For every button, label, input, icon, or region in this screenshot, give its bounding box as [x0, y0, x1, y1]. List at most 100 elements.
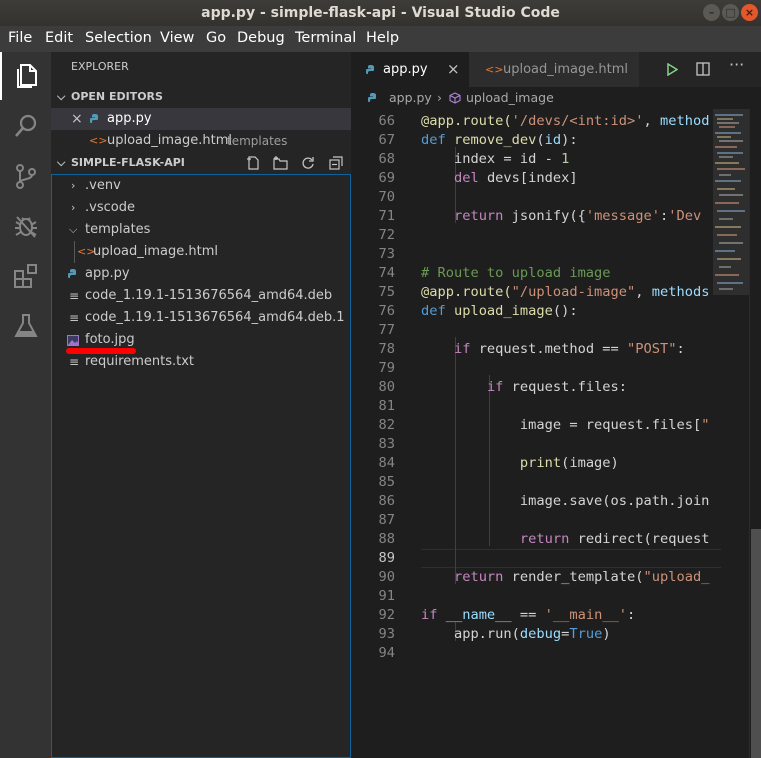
menu-go[interactable]: Go: [206, 30, 226, 46]
close-icon[interactable]: ×: [447, 52, 460, 87]
tree-item-deb[interactable]: ≡ code_1.19.1-1513676564_amd64.deb: [51, 285, 351, 307]
new-folder-icon[interactable]: [273, 156, 288, 170]
vertical-scrollbar[interactable]: [749, 109, 761, 758]
code-line[interactable]: 86 image.save(os.path.join: [351, 492, 761, 511]
code-line[interactable]: 80 if request.files:: [351, 378, 761, 397]
open-editor-app-py[interactable]: × app.py: [51, 108, 351, 130]
menu-help[interactable]: Help: [366, 30, 399, 46]
minimap[interactable]: [713, 109, 749, 758]
close-icon[interactable]: ×: [71, 108, 83, 130]
editor-tab-bar: app.py × <> upload_image.html ···: [351, 52, 761, 87]
code-line[interactable]: 92 if __name__ == '__main__':: [351, 606, 761, 625]
source-control-icon[interactable]: [12, 162, 40, 190]
active-indicator: [0, 52, 2, 100]
code-text: print(image): [519, 455, 619, 471]
code-line[interactable]: 75 @app.route("/upload-image", methods: [351, 283, 761, 302]
code-line[interactable]: 77: [351, 321, 761, 340]
explorer-icon[interactable]: [12, 62, 40, 90]
code-line[interactable]: 66 @app.route('/devs/<int:id>', method: [351, 112, 761, 131]
code-text: @app.route('/devs/<int:id>', method: [421, 113, 710, 129]
code-line[interactable]: 93 app.run(debug=True): [351, 625, 761, 644]
code-line[interactable]: 78 if request.method == "POST":: [351, 340, 761, 359]
code-editor[interactable]: 66 @app.route('/devs/<int:id>', method 67 d…: [351, 109, 761, 758]
open-editor-upload-image[interactable]: <> upload_image.html templates: [51, 130, 351, 152]
menu-selection[interactable]: Selection: [85, 30, 152, 46]
menu-edit[interactable]: Edit: [45, 30, 73, 46]
line-number: 89: [378, 550, 395, 566]
extensions-icon[interactable]: [12, 262, 40, 290]
debug-icon[interactable]: [12, 212, 40, 240]
code-line[interactable]: 70: [351, 188, 761, 207]
code-line[interactable]: 89: [351, 549, 761, 568]
code-line[interactable]: 76 def upload_image():: [351, 302, 761, 321]
code-line[interactable]: 88 return redirect(request: [351, 530, 761, 549]
tree-item-vscode[interactable]: › .vscode: [51, 197, 351, 219]
code-text: # Route to upload image: [421, 265, 611, 281]
code-line[interactable]: 94: [351, 644, 761, 663]
code-line[interactable]: 73: [351, 245, 761, 264]
tab-upload-image-html[interactable]: <> upload_image.html: [469, 52, 639, 87]
close-button[interactable]: ×: [741, 4, 758, 21]
line-number: 78: [378, 341, 395, 357]
collapse-all-icon[interactable]: [329, 156, 343, 170]
tree-item-requirements[interactable]: ≡ requirements.txt: [51, 351, 351, 373]
minimize-button[interactable]: –: [703, 4, 720, 21]
tab-app-py[interactable]: app.py ×: [351, 52, 469, 87]
project-header[interactable]: ⌵ SIMPLE-FLASK-API: [51, 152, 351, 174]
more-actions-icon[interactable]: ···: [729, 55, 744, 74]
tree-item-app-py[interactable]: app.py: [51, 263, 351, 285]
line-number: 71: [378, 208, 395, 224]
code-text: return jsonify({'message':'Dev: [453, 208, 702, 224]
code-line[interactable]: 79: [351, 359, 761, 378]
line-number: 70: [378, 189, 395, 205]
line-number: 77: [378, 322, 395, 338]
code-line[interactable]: 82 image = request.files[": [351, 416, 761, 435]
search-icon[interactable]: [12, 112, 40, 140]
maximize-button[interactable]: □: [722, 4, 739, 21]
breadcrumb-symbol[interactable]: upload_image: [466, 87, 554, 109]
refresh-icon[interactable]: [301, 156, 315, 170]
code-line[interactable]: 91: [351, 587, 761, 606]
tree-item-venv[interactable]: › .venv: [51, 175, 351, 197]
code-line[interactable]: 87: [351, 511, 761, 530]
code-line[interactable]: 71 return jsonify({'message':'Dev: [351, 207, 761, 226]
code-line[interactable]: 67 def remove_dev(id):: [351, 131, 761, 150]
code-text: def upload_image():: [421, 303, 578, 319]
tree-item-deb1[interactable]: ≡ code_1.19.1-1513676564_amd64.deb.1: [51, 307, 351, 329]
code-line[interactable]: 81: [351, 397, 761, 416]
code-text: return redirect(request: [519, 531, 710, 547]
tree-item-templates[interactable]: ⌵ templates: [51, 219, 351, 241]
menu-debug[interactable]: Debug: [237, 30, 285, 46]
python-file-icon: [368, 93, 376, 102]
open-editors-header[interactable]: ⌵ OPEN EDITORS: [51, 86, 351, 108]
menu-view[interactable]: View: [160, 30, 194, 46]
code-line[interactable]: 90 return render_template("upload_: [351, 568, 761, 587]
code-line[interactable]: 72: [351, 226, 761, 245]
code-text: del devs[index]: [453, 170, 578, 186]
line-number: 92: [378, 607, 395, 623]
code-line[interactable]: 69 del devs[index]: [351, 169, 761, 188]
menu-file[interactable]: File: [8, 30, 32, 46]
explorer-sidebar: EXPLORER ⌵ OPEN EDITORS × app.py <> uplo…: [51, 52, 351, 758]
code-line[interactable]: 68 index = id - 1: [351, 150, 761, 169]
code-line[interactable]: 85: [351, 473, 761, 492]
explorer-title: EXPLORER: [71, 60, 129, 73]
line-number: 80: [378, 379, 395, 395]
line-number: 86: [378, 493, 395, 509]
breadcrumb-file[interactable]: app.py: [389, 87, 432, 109]
menu-terminal[interactable]: Terminal: [295, 30, 356, 46]
new-file-icon[interactable]: [246, 156, 260, 170]
line-number: 91: [378, 588, 395, 604]
scrollbar-thumb[interactable]: [751, 529, 761, 758]
code-line[interactable]: 74 # Route to upload image: [351, 264, 761, 283]
run-icon[interactable]: [666, 63, 678, 76]
test-flask-icon[interactable]: [12, 312, 40, 340]
line-number: 93: [378, 626, 395, 642]
code-text: index = id - 1: [421, 151, 570, 167]
line-number: 74: [378, 265, 395, 281]
code-text: if request.files:: [486, 379, 628, 395]
tree-item-upload-image-html[interactable]: <> upload_image.html: [51, 241, 351, 263]
split-editor-icon[interactable]: [696, 62, 710, 76]
code-line[interactable]: 84 print(image): [351, 454, 761, 473]
code-line[interactable]: 83: [351, 435, 761, 454]
